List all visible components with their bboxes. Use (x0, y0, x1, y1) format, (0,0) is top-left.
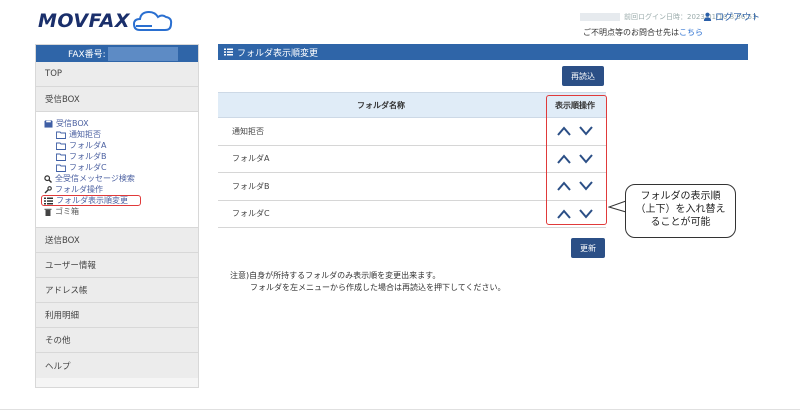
cloud-icon (132, 10, 173, 31)
trash-icon (44, 208, 52, 216)
contact-text: ご不明点等のお問合せ先はこちら (583, 28, 703, 37)
sidebar-item-inbox[interactable]: 受信BOX (36, 87, 198, 112)
wrench-icon (44, 185, 52, 193)
sidebar-item-user-info[interactable]: ユーザー情報 (36, 253, 198, 278)
search-icon (44, 174, 52, 183)
sidebar-item-other[interactable]: その他 (36, 328, 198, 353)
footer-divider (0, 409, 800, 410)
tree-item-inbox[interactable]: 受信BOX (44, 118, 198, 129)
logout-link[interactable]: ログアウト (703, 10, 760, 23)
fax-number-bar: FAX番号: (36, 45, 198, 62)
user-icon (703, 12, 712, 21)
note-line1: 注意)自身が所持するフォルダのみ表示順を変更出来ます。 (230, 271, 441, 280)
callout-line3: ることが可能 (650, 217, 711, 228)
logo-text: MOVFAX (38, 10, 130, 32)
reload-button[interactable]: 再読込 (562, 66, 604, 86)
sidebar-item-help[interactable]: ヘルプ (36, 353, 198, 378)
folder-name-cell: フォルダB (218, 172, 544, 201)
movfax-logo[interactable]: MOVFAX (38, 8, 174, 34)
folder-icon (56, 164, 66, 172)
callout-line1: フォルダの表示順 (640, 191, 721, 202)
folder-icon (56, 153, 66, 161)
tree-item-trash[interactable]: ゴミ箱 (44, 206, 198, 217)
tree-folder-3[interactable]: フォルダC (44, 162, 198, 173)
sidebar-item-outbox[interactable]: 送信BOX (36, 228, 198, 253)
sidebar-item-usage[interactable]: 利用明細 (36, 303, 198, 328)
app-header: MOVFAX 前回ログイン日時：2023/01/10 8:36:53 ログアウト… (0, 0, 800, 40)
tree-item-search-all[interactable]: 全受信メッセージ検索 (44, 173, 198, 184)
page-title-bar: フォルダ表示順変更 (218, 44, 748, 60)
callout-line2: （上下）を入れ替え (635, 204, 726, 215)
note-line2: フォルダを左メニューから作成した場合は再読込を押下してください。 (250, 283, 506, 292)
folder-icon (56, 142, 66, 150)
folder-name-cell: フォルダC (218, 200, 544, 228)
inbox-tree: 受信BOX 通知拒否 フォルダA フォルダB フォルダC 全受信メッセージ検索 … (36, 112, 198, 228)
sidebar-item-top[interactable]: TOP (36, 62, 198, 87)
contact-link[interactable]: こちら (679, 28, 703, 37)
fax-number-label: FAX番号: (68, 50, 106, 60)
sidebar: FAX番号: TOP 受信BOX 受信BOX 通知拒否 フォルダA フォルダB … (35, 44, 199, 388)
tree-item-folder-ops[interactable]: フォルダ操作 (44, 184, 198, 195)
folder-name-cell: 通知拒否 (218, 117, 544, 146)
fax-number-redacted (107, 46, 178, 61)
page-title: フォルダ表示順変更 (237, 48, 319, 59)
annotation-callout: フォルダの表示順 （上下）を入れ替え ることが可能 (625, 184, 736, 238)
list-icon (224, 48, 233, 56)
tree-item-reorder[interactable]: フォルダ表示順変更 (41, 195, 141, 206)
tree-folder-0[interactable]: 通知拒否 (44, 129, 198, 140)
folder-icon (56, 131, 66, 139)
logout-label: ログアウト (715, 13, 761, 23)
user-name-redacted (580, 13, 620, 21)
order-ops-highlight-box (546, 95, 607, 225)
col-folder-name: フォルダ名称 (218, 92, 544, 118)
note-text: 注意)自身が所持するフォルダのみ表示順を変更出来ます。 フォルダを左メニューから… (230, 270, 506, 294)
tree-folder-1[interactable]: フォルダA (44, 140, 198, 151)
tree-folder-2[interactable]: フォルダB (44, 151, 198, 162)
list-icon (44, 197, 53, 204)
update-button[interactable]: 更新 (571, 238, 605, 258)
sidebar-item-address-book[interactable]: アドレス帳 (36, 278, 198, 303)
folder-name-cell: フォルダA (218, 145, 544, 173)
inbox-icon (44, 119, 53, 128)
